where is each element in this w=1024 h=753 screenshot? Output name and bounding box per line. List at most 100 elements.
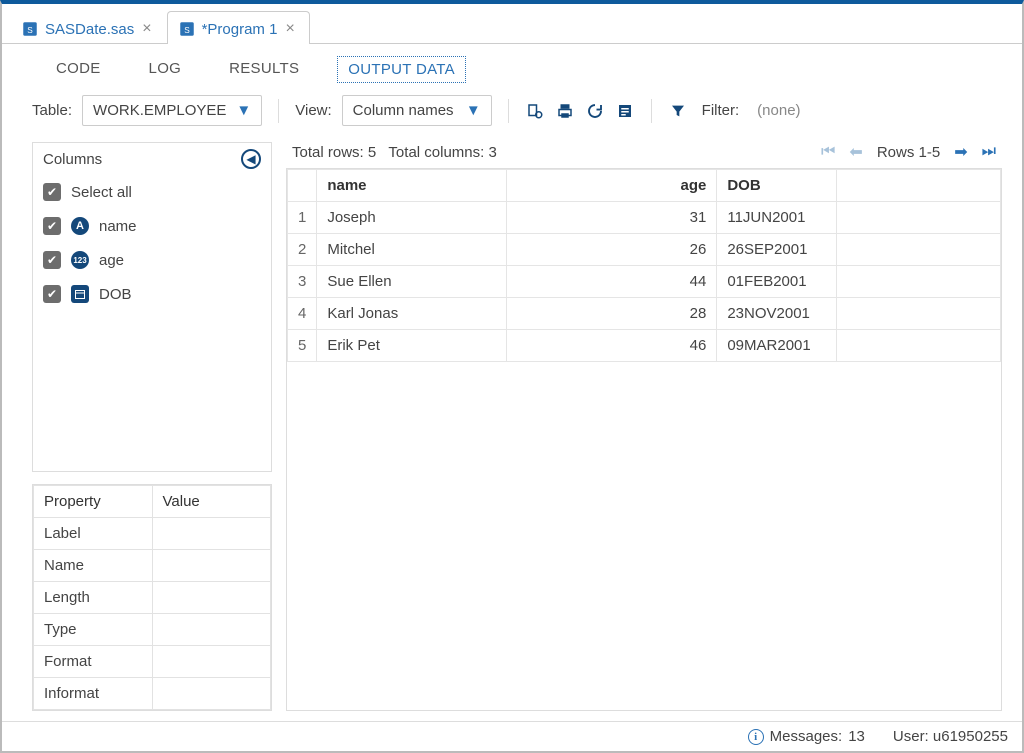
checkbox-icon[interactable]: ✔ — [43, 183, 61, 201]
table-row[interactable]: 2Mitchel2626SEP2001 — [288, 234, 1001, 266]
info-icon[interactable]: i — [748, 729, 764, 745]
cell-spacer — [837, 234, 1001, 266]
tab-code[interactable]: CODE — [46, 56, 111, 83]
cell-dob: 26SEP2001 — [717, 234, 837, 266]
numeric-type-icon: 123 — [71, 251, 89, 269]
property-row: Informat — [34, 678, 271, 710]
table-label: Table: — [32, 102, 72, 119]
property-row: Name — [34, 550, 271, 582]
table-row[interactable]: 3Sue Ellen4401FEB2001 — [288, 266, 1001, 298]
columns-panel: Columns ◀ ✔ Select all ✔ A name ✔ 123 ag… — [32, 142, 272, 472]
property-row: Type — [34, 614, 271, 646]
rownum-cell: 5 — [288, 330, 317, 362]
select-all-row[interactable]: ✔ Select all — [33, 175, 271, 209]
close-icon[interactable]: × — [140, 20, 153, 38]
cell-spacer — [837, 202, 1001, 234]
table-row[interactable]: 5Erik Pet4609MAR2001 — [288, 330, 1001, 362]
filter-icon[interactable] — [668, 101, 688, 121]
file-tabs-bar: S SASDate.sas × S *Program 1 × — [2, 4, 1022, 44]
view-dropdown[interactable]: Column names ▼ — [342, 95, 492, 126]
cell-spacer — [837, 298, 1001, 330]
rownum-cell: 4 — [288, 298, 317, 330]
refresh-icon[interactable] — [585, 101, 605, 121]
pager-text: Rows 1-5 — [877, 144, 940, 161]
view-label: View: — [295, 102, 331, 119]
column-item-dob[interactable]: ✔ DOB — [33, 277, 271, 311]
rownum-cell: 1 — [288, 202, 317, 234]
user-label: User: — [893, 728, 929, 745]
tab-log[interactable]: LOG — [139, 56, 192, 83]
file-tab-sasdate[interactable]: S SASDate.sas × — [10, 11, 167, 44]
print-icon[interactable] — [555, 101, 575, 121]
checkbox-icon[interactable]: ✔ — [43, 217, 61, 235]
rownum-cell: 3 — [288, 266, 317, 298]
cell-dob: 09MAR2001 — [717, 330, 837, 362]
date-type-icon — [71, 285, 89, 303]
property-row: Length — [34, 582, 271, 614]
prop-header-property: Property — [34, 486, 153, 518]
data-table-container[interactable]: name age DOB 1Joseph3111JUN20012Mitchel2… — [286, 168, 1002, 711]
col-header-dob[interactable]: DOB — [717, 170, 837, 202]
data-area: Total rows: 5 Total columns: 3 ⏮ ⬅ Rows … — [286, 142, 1002, 711]
filter-label: Filter: — [702, 102, 740, 119]
table-dropdown[interactable]: WORK.EMPLOYEE ▼ — [82, 95, 262, 126]
col-header-spacer — [837, 170, 1001, 202]
properties-icon[interactable] — [615, 101, 635, 121]
messages-count: 13 — [848, 728, 865, 745]
property-row: Format — [34, 646, 271, 678]
file-tab-program1[interactable]: S *Program 1 × — [167, 11, 310, 44]
file-tab-label: SASDate.sas — [45, 21, 134, 38]
pager: ⏮ ⬅ Rows 1-5 ➡ ⏭ — [821, 142, 996, 162]
cell-age: 28 — [507, 298, 717, 330]
collapse-icon[interactable]: ◀ — [241, 149, 261, 169]
data-grid: name age DOB 1Joseph3111JUN20012Mitchel2… — [287, 169, 1001, 362]
totals-text: Total rows: 5 Total columns: 3 — [292, 144, 497, 161]
svg-text:S: S — [27, 26, 33, 35]
subtabs: CODE LOG RESULTS OUTPUT DATA — [2, 44, 1022, 91]
rownum-cell: 2 — [288, 234, 317, 266]
last-page-icon[interactable]: ⏭ — [982, 143, 996, 161]
first-page-icon[interactable]: ⏮ — [821, 143, 835, 161]
cell-spacer — [837, 266, 1001, 298]
query-icon[interactable] — [525, 101, 545, 121]
checkbox-icon[interactable]: ✔ — [43, 251, 61, 269]
content-area: Columns ◀ ✔ Select all ✔ A name ✔ 123 ag… — [2, 142, 1022, 721]
left-column: Columns ◀ ✔ Select all ✔ A name ✔ 123 ag… — [32, 142, 272, 711]
output-toolbar: Table: WORK.EMPLOYEE ▼ View: Column name… — [2, 91, 1022, 142]
prev-page-icon[interactable]: ⬅ — [849, 142, 862, 162]
column-item-age[interactable]: ✔ 123 age — [33, 243, 271, 277]
column-item-name[interactable]: ✔ A name — [33, 209, 271, 243]
col-header-name[interactable]: name — [317, 170, 507, 202]
next-page-icon[interactable]: ➡ — [954, 142, 967, 162]
col-header-age[interactable]: age — [507, 170, 717, 202]
status-bar: i Messages: 13 User: u61950255 — [2, 721, 1022, 751]
sas-file-icon: S — [21, 20, 39, 38]
column-label: DOB — [99, 286, 132, 303]
cell-age: 46 — [507, 330, 717, 362]
prop-header-value: Value — [152, 486, 271, 518]
select-all-label: Select all — [71, 184, 132, 201]
separator — [651, 99, 652, 123]
tab-results[interactable]: RESULTS — [219, 56, 309, 83]
cell-name: Mitchel — [317, 234, 507, 266]
column-label: name — [99, 218, 137, 235]
caret-down-icon: ▼ — [236, 102, 251, 119]
cell-name: Karl Jonas — [317, 298, 507, 330]
cell-age: 26 — [507, 234, 717, 266]
separator — [278, 99, 279, 123]
filter-value: (none) — [757, 102, 800, 119]
messages-label: Messages: — [770, 728, 843, 745]
table-row[interactable]: 1Joseph3111JUN2001 — [288, 202, 1001, 234]
cell-name: Joseph — [317, 202, 507, 234]
close-icon[interactable]: × — [283, 20, 296, 38]
checkbox-icon[interactable]: ✔ — [43, 285, 61, 303]
sas-file-icon: S — [178, 20, 196, 38]
cell-dob: 01FEB2001 — [717, 266, 837, 298]
cell-name: Erik Pet — [317, 330, 507, 362]
cell-spacer — [837, 330, 1001, 362]
table-row[interactable]: 4Karl Jonas2823NOV2001 — [288, 298, 1001, 330]
tab-output-data[interactable]: OUTPUT DATA — [337, 56, 466, 83]
column-label: age — [99, 252, 124, 269]
caret-down-icon: ▼ — [466, 102, 481, 119]
cell-dob: 11JUN2001 — [717, 202, 837, 234]
